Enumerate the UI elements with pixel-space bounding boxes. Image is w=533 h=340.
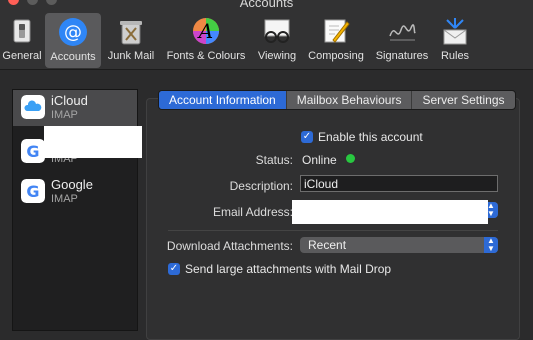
color-wheel-icon: A <box>193 18 219 44</box>
toolbar-label: Accounts <box>50 51 96 63</box>
toolbar-viewing[interactable]: Viewing <box>253 12 301 68</box>
google-icon: G <box>21 179 45 203</box>
status-label: Status: <box>255 153 293 167</box>
status-value: Online <box>302 153 337 167</box>
toolbar-general[interactable]: General <box>0 12 44 68</box>
envelope-arrows-icon <box>443 18 467 45</box>
mail-drop-label: Send large attachments with Mail Drop <box>185 262 392 276</box>
general-switch-icon <box>13 19 31 43</box>
enable-account-label: Enable this account <box>318 130 423 144</box>
account-item-icloud[interactable]: iCloud IMAP <box>13 90 137 126</box>
toolbar-label: Composing <box>308 50 364 62</box>
toolbar-rules[interactable]: Rules <box>435 12 475 68</box>
svg-text:@: @ <box>64 22 82 43</box>
pencil-icon <box>324 19 350 43</box>
download-attachments-value: Recent <box>308 238 347 252</box>
toolbar-label: Viewing <box>257 50 297 62</box>
window-title: Accounts <box>239 0 294 10</box>
toolbar-label: General <box>2 50 42 62</box>
redacted-email-address <box>292 200 488 224</box>
description-label: Description: <box>229 179 293 193</box>
toolbar-accounts[interactable]: @ Accounts <box>45 13 101 68</box>
tab-mailbox-behaviours[interactable]: Mailbox Behaviours <box>285 91 412 109</box>
toolbar-label: Junk Mail <box>107 50 155 62</box>
svg-text:G: G <box>26 182 39 201</box>
icloud-icon <box>21 95 45 119</box>
mail-drop-checkbox[interactable]: ✓ <box>168 263 180 275</box>
account-type: IMAP <box>51 109 78 121</box>
toolbar-label: Fonts & Colours <box>166 50 246 62</box>
svg-text:G: G <box>26 142 39 161</box>
chevron-updown-icon: ▲ ▼ <box>484 237 498 253</box>
divider <box>168 230 498 231</box>
toolbar-composing[interactable]: Composing <box>304 12 368 68</box>
toolbar-label: Signatures <box>375 50 429 62</box>
redacted-account-name <box>44 126 142 158</box>
toolbar-fonts-colours[interactable]: A Fonts & Colours <box>160 12 252 68</box>
svg-text:A: A <box>197 19 213 43</box>
online-status-dot <box>346 154 355 163</box>
signature-icon <box>389 24 416 41</box>
google-icon: G <box>21 139 45 163</box>
tab-account-information[interactable]: Account Information <box>159 91 286 109</box>
toolbar-junk-mail[interactable]: Junk Mail <box>104 12 158 68</box>
download-attachments-popup[interactable]: Recent ▲ ▼ <box>300 237 498 253</box>
account-item-google[interactable]: G Google IMAP <box>13 174 137 210</box>
account-type: IMAP <box>51 193 78 205</box>
settings-tabs: Account Information Mailbox Behaviours S… <box>158 90 516 110</box>
account-name: iCloud <box>51 93 88 108</box>
glasses-icon <box>264 19 290 43</box>
download-attachments-label: Download Attachments: <box>166 239 293 253</box>
enable-account-checkbox[interactable]: ✓ <box>301 131 313 143</box>
toolbar-signatures[interactable]: Signatures <box>371 12 433 68</box>
toolbar-label: Rules <box>440 50 470 62</box>
trash-icon <box>120 21 142 45</box>
at-sign-icon: @ <box>59 18 87 46</box>
account-name: Google <box>51 177 93 192</box>
tab-server-settings[interactable]: Server Settings <box>411 91 514 109</box>
email-address-label: Email Address: <box>212 205 293 219</box>
description-field[interactable]: iCloud <box>300 175 498 192</box>
